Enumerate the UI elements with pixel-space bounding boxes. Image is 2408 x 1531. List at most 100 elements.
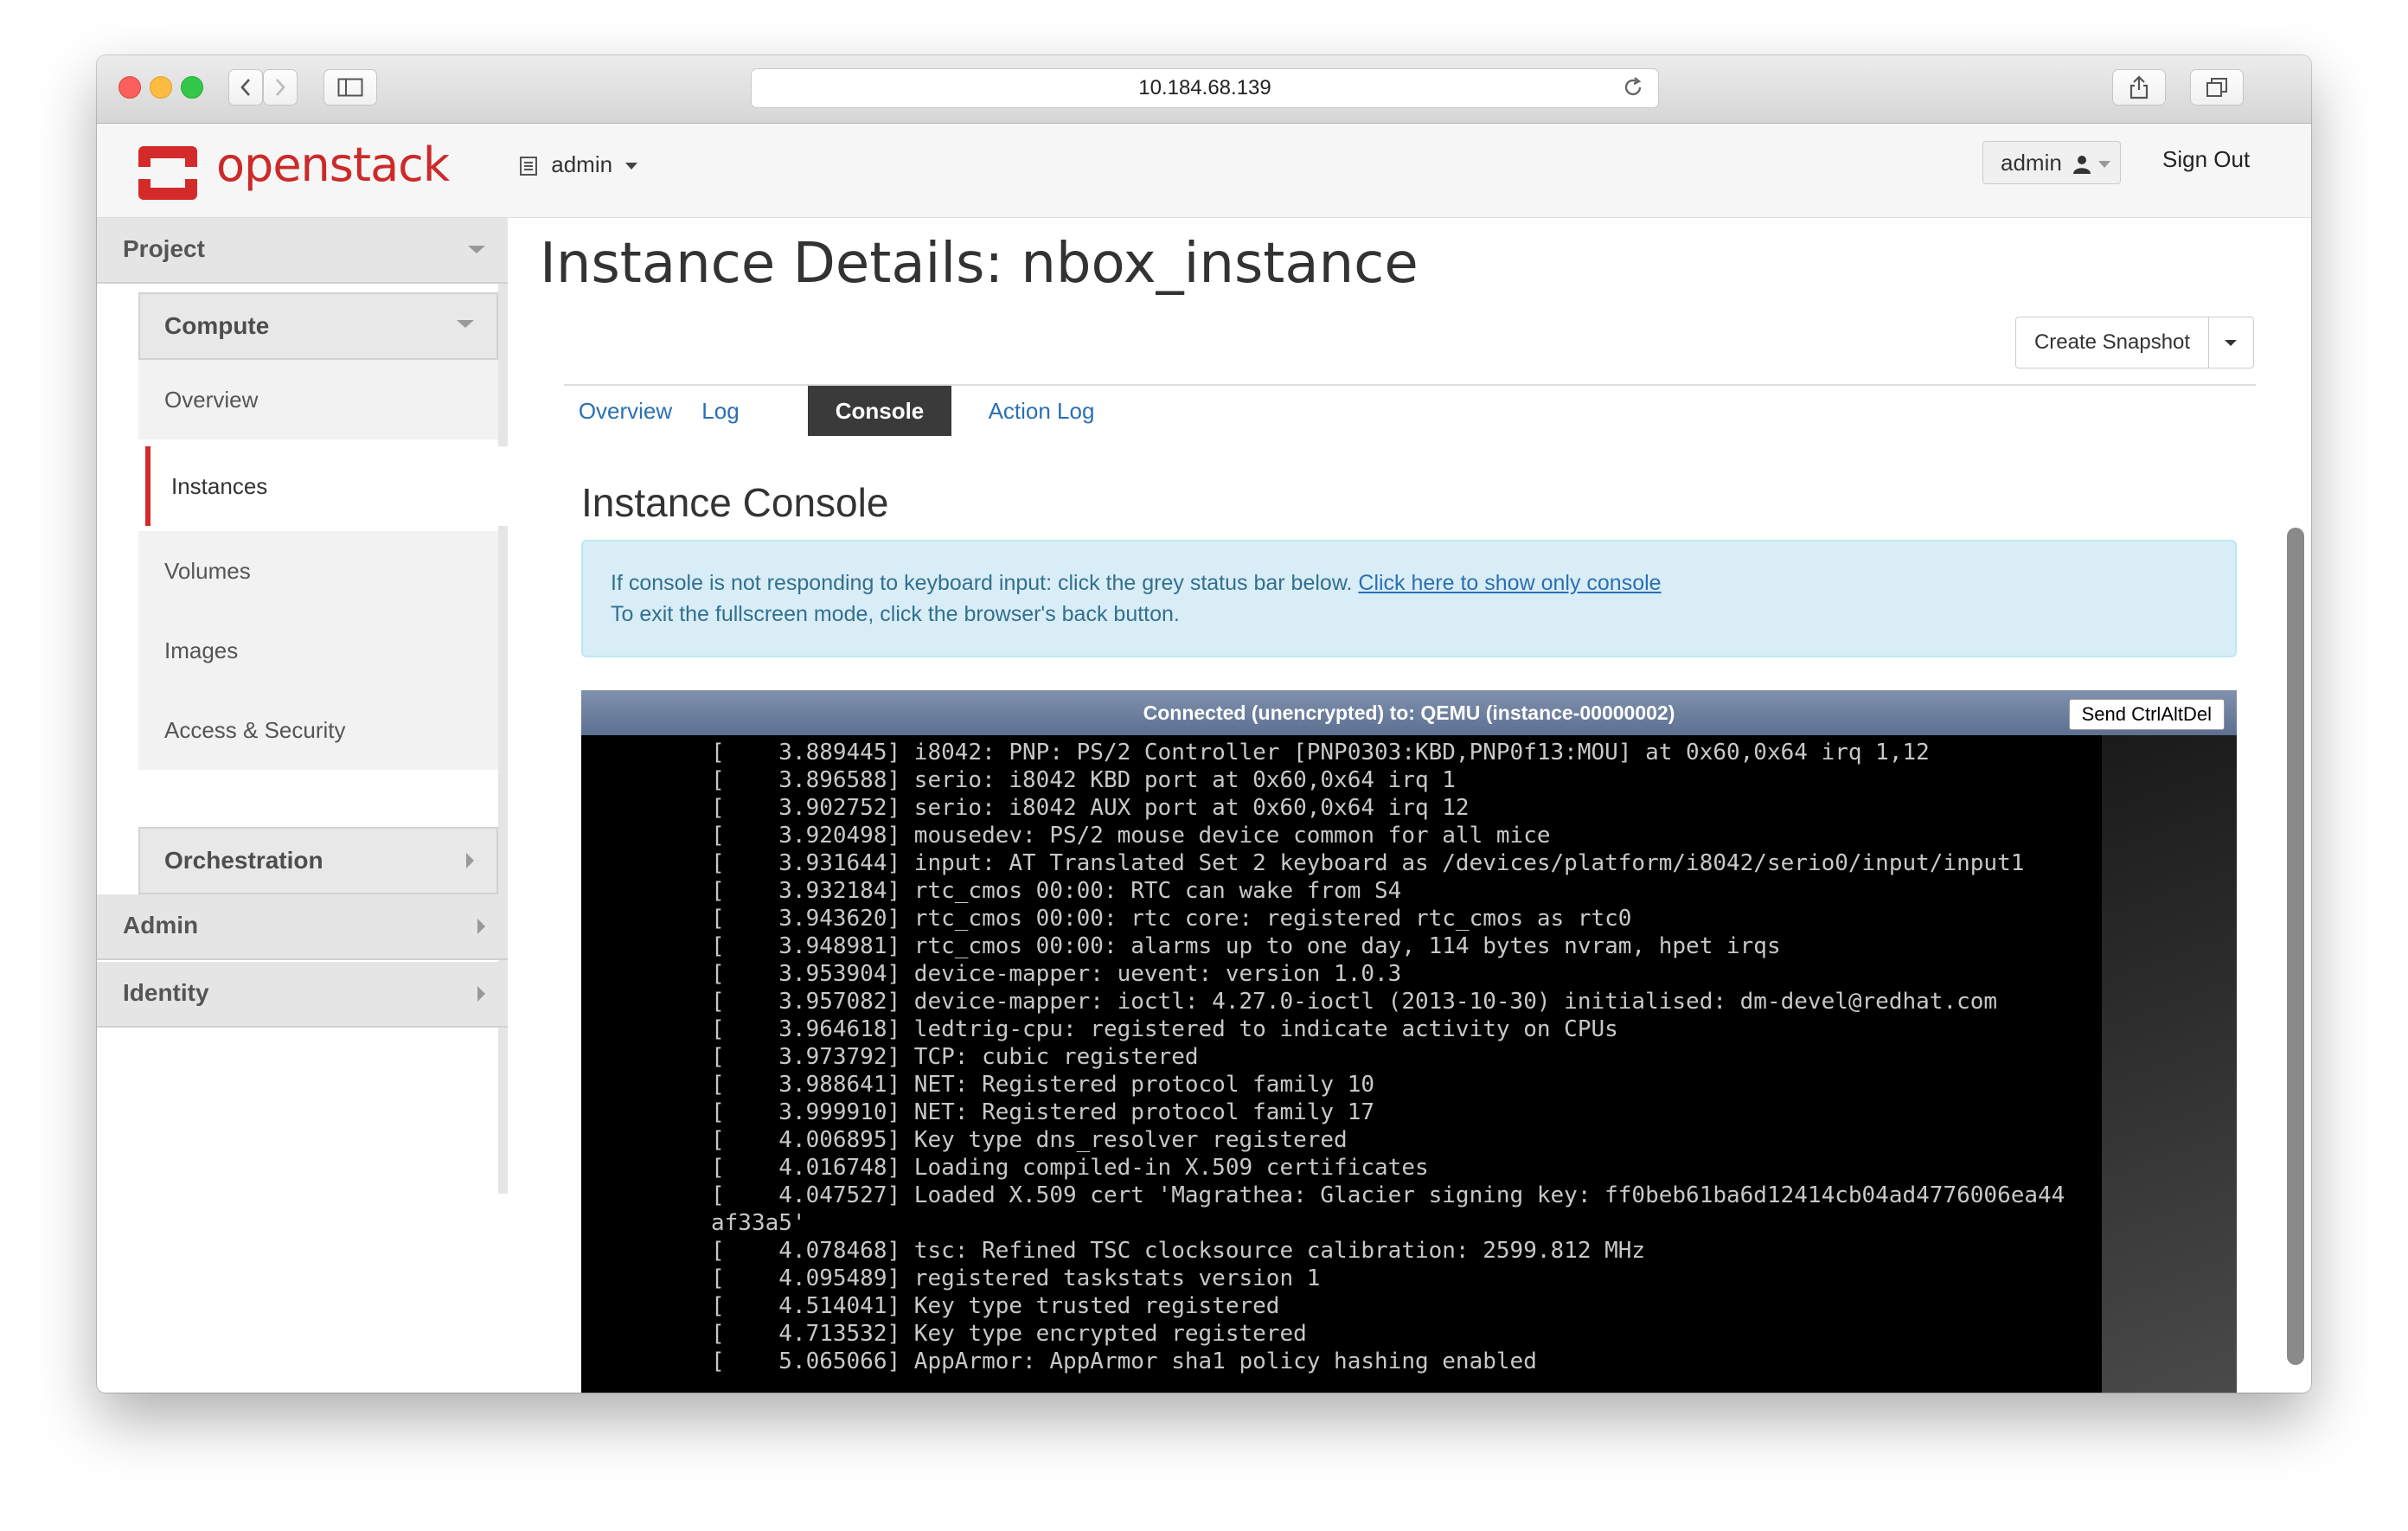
tabs-icon: [2206, 78, 2227, 97]
console-line: [ 5.065066] AppArmor: AppArmor sha1 poli…: [711, 1348, 1537, 1374]
browser-window: 10.184.68.139 openstack admin admin Sign…: [97, 55, 2311, 1393]
sidebar-compute-label: Compute: [164, 312, 270, 339]
chevron-right-icon: [276, 79, 285, 96]
caret-down-icon: [2098, 161, 2111, 169]
console-output: [ 3.889445] i8042: PNP: PS/2 Controller …: [711, 739, 2065, 1375]
create-snapshot-group: Create Snapshot: [2015, 317, 2254, 368]
app-header: openstack admin admin Sign Out: [97, 124, 2311, 218]
sidebar-compute-header[interactable]: Compute: [138, 292, 498, 360]
tab-overview[interactable]: Overview: [578, 386, 673, 436]
console-line: [ 4.016748] Loading compiled-in X.509 ce…: [711, 1155, 1429, 1181]
console-line: [ 3.957082] device-mapper: ioctl: 4.27.0…: [711, 989, 1998, 1015]
console-line: [ 3.973792] TCP: cubic registered: [711, 1044, 1199, 1070]
tab-log[interactable]: Log: [680, 386, 761, 436]
sidebar-item-label: Instances: [171, 473, 268, 499]
console-line: af33a5': [711, 1210, 806, 1236]
create-snapshot-button[interactable]: Create Snapshot: [2016, 317, 2208, 368]
sidebar-icon: [337, 78, 363, 97]
console-line: [ 4.078468] tsc: Refined TSC clocksource…: [711, 1238, 1646, 1264]
console-line: [ 3.932184] rtc_cmos 00:00: RTC can wake…: [711, 878, 1402, 904]
console-line: [ 3.920498] mousedev: PS/2 mouse device …: [711, 823, 1551, 849]
sidebar-orchestration-header[interactable]: Orchestration: [138, 827, 498, 894]
send-ctrl-alt-del-button[interactable]: Send CtrlAltDel: [2068, 699, 2225, 730]
zoom-window-button[interactable]: [181, 76, 203, 99]
page-title: Instance Details: nbox_instance: [540, 232, 1419, 296]
share-button[interactable]: [2112, 69, 2166, 106]
console-line: [ 4.713532] Key type encrypted registere…: [711, 1321, 1307, 1347]
console-line: [ 3.931644] input: AT Translated Set 2 k…: [711, 850, 2025, 876]
sidebar-admin-label: Admin: [123, 912, 199, 938]
tab-console[interactable]: Console: [808, 386, 951, 436]
list-icon: [520, 157, 537, 176]
console-status-text: Connected (unencrypted) to: QEMU (instan…: [1143, 701, 1675, 724]
show-only-console-link[interactable]: Click here to show only console: [1358, 571, 1661, 595]
logo-text: openstack: [216, 138, 450, 192]
user-menu-button[interactable]: admin: [1982, 141, 2121, 184]
caret-right-icon: [477, 919, 485, 934]
console-line: [ 4.514041] Key type trusted registered: [711, 1293, 1280, 1319]
console-line: [ 4.047527] Loaded X.509 cert 'Magrathea…: [711, 1182, 2065, 1208]
project-selector[interactable]: admin: [519, 151, 638, 178]
sidebar-identity-header[interactable]: Identity: [97, 962, 508, 1028]
caret-down-icon: [457, 320, 474, 328]
sidebar-item-label: Overview: [164, 387, 259, 413]
sidebar-item-label: Access & Security: [164, 717, 346, 743]
sidebar-gutter: [498, 284, 508, 1194]
sidebar-item-label: Volumes: [164, 558, 251, 584]
tabs-overview-button[interactable]: [2190, 69, 2244, 106]
sidebar-admin-header[interactable]: Admin: [97, 894, 508, 960]
caret-down-icon: [2225, 340, 2237, 346]
console-line: [ 3.964618] ledtrig-cpu: registered to i…: [711, 1016, 1618, 1042]
actions-dropdown-toggle[interactable]: [2208, 317, 2254, 368]
forward-button[interactable]: [263, 69, 298, 106]
console-line: [ 3.889445] i8042: PNP: PS/2 Controller …: [711, 740, 1930, 766]
sidebar-project-label: Project: [123, 235, 205, 262]
sidebar-item-instances[interactable]: Instances: [145, 446, 508, 526]
console-line: [ 4.095489] registered taskstats version…: [711, 1265, 1321, 1291]
sign-out-link[interactable]: Sign Out: [2162, 146, 2250, 173]
sidebar: Project Compute Overview Instances Volum…: [97, 218, 508, 1393]
sidebar-item-overview[interactable]: Overview: [138, 360, 498, 439]
console-line: [ 4.006895] Key type dns_resolver regist…: [711, 1127, 1348, 1153]
project-selector-label: admin: [551, 151, 613, 177]
close-window-button[interactable]: [118, 76, 141, 99]
console-line: [ 3.902752] serio: i8042 AUX port at 0x6…: [711, 795, 1470, 821]
address-bar[interactable]: 10.184.68.139: [751, 68, 1659, 108]
console-line: [ 3.943620] rtc_cmos 00:00: rtc core: re…: [711, 906, 1632, 932]
alert-text: If console is not responding to keyboard…: [611, 571, 1353, 595]
caret-down-icon: [625, 163, 638, 170]
alert-line-1: If console is not responding to keyboard…: [611, 567, 2235, 599]
back-button[interactable]: [228, 69, 263, 106]
vnc-console[interactable]: Connected (unencrypted) to: QEMU (instan…: [581, 690, 2237, 1393]
console-screen-edge: [2102, 735, 2237, 1393]
section-title: Instance Console: [581, 480, 889, 525]
sidebar-item-label: Images: [164, 637, 239, 663]
alert-line-2: To exit the fullscreen mode, click the b…: [611, 602, 1180, 626]
sidebar-toggle-button[interactable]: [323, 69, 377, 106]
openstack-logo-icon[interactable]: [135, 143, 201, 203]
console-line: [ 3.953904] device-mapper: uevent: versi…: [711, 961, 1402, 987]
url-text: 10.184.68.139: [1138, 76, 1271, 99]
sidebar-item-access-security[interactable]: Access & Security: [138, 690, 498, 770]
caret-down-icon: [468, 246, 485, 253]
console-line: [ 3.999910] NET: Registered protocol fam…: [711, 1099, 1375, 1125]
page-scrollbar[interactable]: [2287, 528, 2304, 1365]
share-icon: [2129, 75, 2149, 99]
console-line: [ 3.948981] rtc_cmos 00:00: alarms up to…: [711, 933, 1781, 959]
console-line: [ 3.988641] NET: Registered protocol fam…: [711, 1072, 1375, 1098]
sidebar-identity-label: Identity: [123, 979, 209, 1006]
sidebar-orchestration-label: Orchestration: [164, 847, 323, 874]
tab-action-log[interactable]: Action Log: [972, 386, 1111, 436]
caret-right-icon: [477, 986, 485, 1002]
sidebar-project-header[interactable]: Project: [97, 218, 508, 284]
minimize-window-button[interactable]: [150, 76, 172, 99]
browser-toolbar: 10.184.68.139: [97, 55, 2311, 124]
user-menu-label: admin: [2001, 150, 2062, 176]
console-status-bar[interactable]: Connected (unencrypted) to: QEMU (instan…: [581, 690, 2237, 735]
console-line: [ 3.896588] serio: i8042 KBD port at 0x6…: [711, 767, 1456, 793]
sidebar-item-volumes[interactable]: Volumes: [138, 531, 498, 611]
sidebar-item-images[interactable]: Images: [138, 611, 498, 690]
reload-icon[interactable]: [1622, 76, 1644, 99]
caret-right-icon: [466, 853, 474, 868]
info-alert: If console is not responding to keyboard…: [581, 540, 2237, 657]
